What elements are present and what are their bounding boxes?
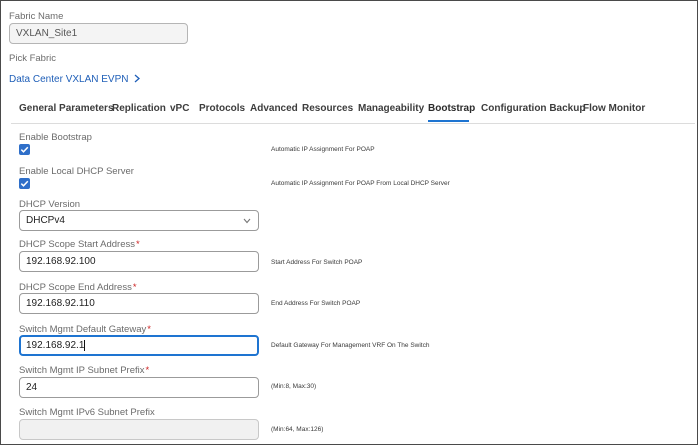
dhcp-scope-start-input[interactable]: 192.168.92.100 — [19, 251, 259, 272]
mgmt-ip-prefix-label: Switch Mgmt IP Subnet Prefix* — [19, 365, 149, 376]
mgmt-ip-prefix-input[interactable]: 24 — [19, 377, 259, 398]
dhcp-scope-end-label: DHCP Scope End Address* — [19, 282, 137, 293]
dhcp-scope-start-label-text: DHCP Scope Start Address — [19, 239, 135, 250]
chevron-down-icon — [243, 218, 251, 224]
tab-flow-monitor[interactable]: Flow Monitor — [583, 103, 645, 114]
tab-vpc[interactable]: vPC — [170, 103, 189, 114]
dhcp-version-value: DHCPv4 — [26, 215, 65, 226]
fabric-name-field[interactable]: VXLAN_Site1 — [9, 23, 188, 44]
tab-advanced[interactable]: Advanced — [250, 103, 298, 114]
mgmt-gateway-value: 192.168.92.1 — [26, 340, 85, 351]
mgmt-ipv6-prefix-help: (Min:64, Max:126) — [271, 426, 324, 433]
active-tab-indicator — [428, 120, 469, 122]
checkmark-icon — [20, 146, 29, 153]
tab-protocols[interactable]: Protocols — [199, 103, 245, 114]
mgmt-gateway-input[interactable]: 192.168.92.1 — [19, 335, 259, 356]
checkmark-icon — [20, 180, 29, 187]
mgmt-gateway-label-text: Switch Mgmt Default Gateway — [19, 324, 147, 335]
tab-resources[interactable]: Resources — [302, 103, 353, 114]
enable-bootstrap-checkbox[interactable] — [19, 144, 30, 155]
dhcp-scope-start-help: Start Address For Switch POAP — [271, 259, 363, 266]
mgmt-ip-prefix-label-text: Switch Mgmt IP Subnet Prefix — [19, 365, 145, 376]
mgmt-gateway-label: Switch Mgmt Default Gateway* — [19, 324, 151, 335]
dhcp-scope-start-label: DHCP Scope Start Address* — [19, 239, 140, 250]
required-asterisk: * — [136, 239, 140, 250]
fabric-settings-window: Fabric Name VXLAN_Site1 Pick Fabric Data… — [0, 0, 698, 445]
pick-fabric-link-text: Data Center VXLAN EVPN — [9, 74, 129, 85]
settings-tab-bar: General Parameters Replication vPC Proto… — [11, 91, 695, 124]
dhcp-version-label: DHCP Version — [19, 199, 81, 210]
tab-configuration-backup[interactable]: Configuration Backup — [481, 103, 585, 114]
dhcp-version-select[interactable]: DHCPv4 — [19, 210, 259, 231]
required-asterisk: * — [147, 324, 151, 335]
mgmt-ipv6-prefix-input[interactable] — [19, 419, 259, 440]
tab-manageability[interactable]: Manageability — [358, 103, 424, 114]
dhcp-scope-end-label-text: DHCP Scope End Address — [19, 282, 132, 293]
mgmt-ip-prefix-help: (Min:8, Max:30) — [271, 383, 317, 390]
tab-replication[interactable]: Replication — [112, 103, 166, 114]
tab-bootstrap[interactable]: Bootstrap — [428, 103, 475, 114]
dhcp-scope-end-help: End Address For Switch POAP — [271, 300, 361, 307]
pick-fabric-label: Pick Fabric — [9, 53, 56, 64]
text-cursor — [84, 339, 86, 351]
chevron-right-icon — [134, 73, 140, 85]
pick-fabric-link[interactable]: Data Center VXLAN EVPN — [9, 69, 140, 87]
enable-bootstrap-help: Automatic IP Assignment For POAP — [271, 146, 375, 153]
enable-local-dhcp-label: Enable Local DHCP Server — [19, 166, 134, 177]
dhcp-scope-end-input[interactable]: 192.168.92.110 — [19, 293, 259, 314]
mgmt-ipv6-prefix-label: Switch Mgmt IPv6 Subnet Prefix — [19, 407, 155, 418]
mgmt-gateway-help: Default Gateway For Management VRF On Th… — [271, 342, 430, 349]
fabric-name-label: Fabric Name — [9, 11, 64, 22]
enable-local-dhcp-help: Automatic IP Assignment For POAP From Lo… — [271, 180, 450, 187]
enable-bootstrap-label: Enable Bootstrap — [19, 132, 92, 143]
required-asterisk: * — [132, 282, 137, 293]
required-asterisk: * — [145, 365, 150, 376]
tab-general-parameters[interactable]: General Parameters — [19, 103, 114, 114]
enable-local-dhcp-checkbox[interactable] — [19, 178, 30, 189]
